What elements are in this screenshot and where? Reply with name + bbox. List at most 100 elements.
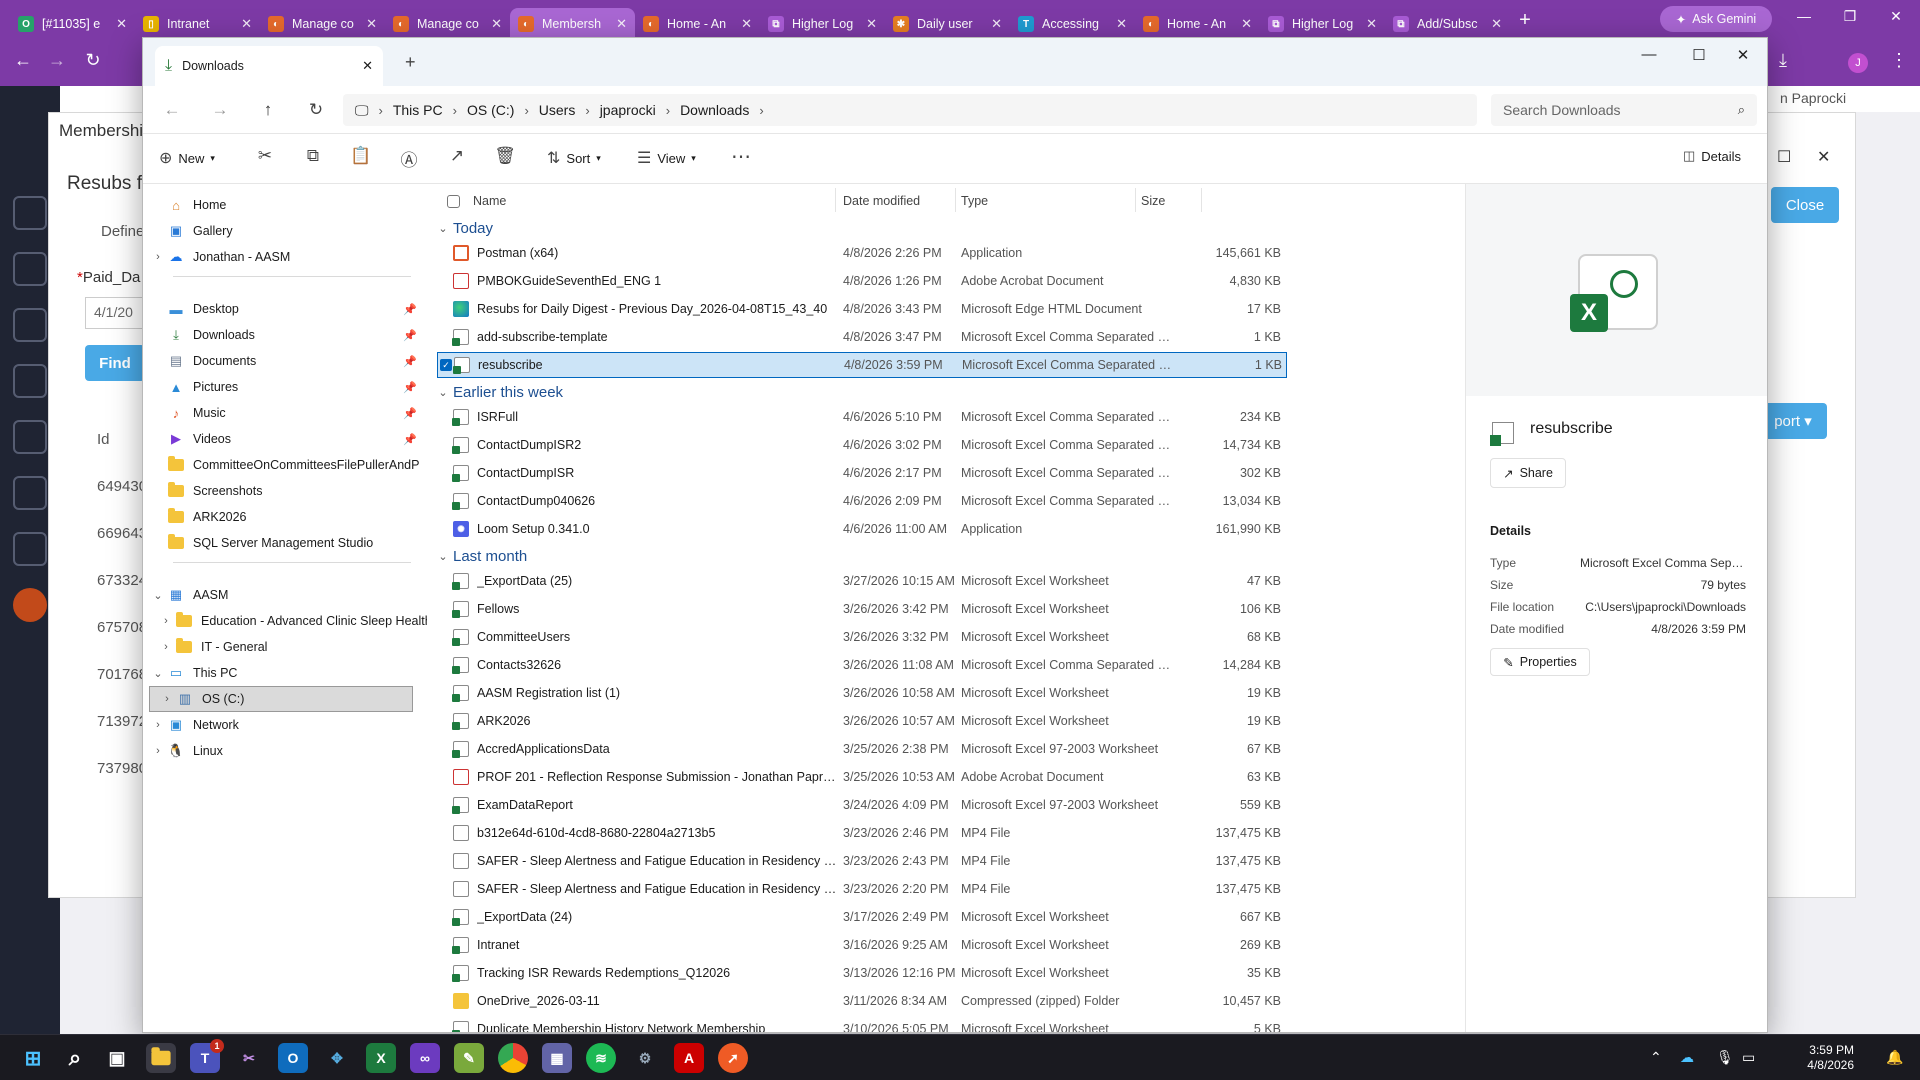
rail-icon-5[interactable] bbox=[13, 420, 47, 454]
expand-chevron-icon[interactable]: › bbox=[157, 641, 175, 653]
pin-icon[interactable]: 📌 bbox=[403, 355, 417, 368]
browser-tab[interactable]: ◐ Home - An ✕ bbox=[635, 8, 760, 40]
browser-tab[interactable]: O [#11035] e ✕ bbox=[10, 8, 135, 40]
web-table-row[interactable]: 675708 bbox=[97, 619, 147, 636]
cut-icon[interactable]: ✂ bbox=[253, 146, 277, 166]
notepad-icon[interactable]: ✎ bbox=[454, 1043, 484, 1073]
pin-icon[interactable]: 📌 bbox=[403, 329, 417, 342]
notification-icon[interactable]: 🔔 bbox=[1886, 1049, 1903, 1066]
browser-tab[interactable]: ◐ Manage co ✕ bbox=[260, 8, 385, 40]
rail-icon-3[interactable] bbox=[13, 308, 47, 342]
search-icon[interactable]: ⌕ bbox=[60, 1043, 90, 1073]
settings-icon[interactable]: ⚙ bbox=[630, 1043, 660, 1073]
browser-minimize-button[interactable]: — bbox=[1784, 8, 1824, 24]
address-bar[interactable]: 🖵 › This PC › OS (C:) › Users › jpaprocki › Down… bbox=[343, 94, 1477, 126]
file-row[interactable]: a ContactDump040626 4/6/2026 2:09 PM Micros… bbox=[437, 488, 1287, 514]
file-row[interactable]: ▤ PROF 201 - Reflection Response Submissi… bbox=[437, 764, 1287, 790]
find-button[interactable]: Find bbox=[85, 345, 145, 381]
collapse-chevron-icon[interactable]: ⌄ bbox=[149, 589, 167, 602]
properties-button[interactable]: ✎ Properties bbox=[1490, 648, 1590, 676]
close-tab-icon[interactable]: ✕ bbox=[1241, 16, 1252, 32]
browser-tab[interactable]: ⧉ Higher Log ✕ bbox=[1260, 8, 1385, 40]
rail-icon-1[interactable] bbox=[13, 196, 47, 230]
new-tab-button[interactable]: + bbox=[1510, 9, 1540, 32]
nav-it-general[interactable]: › IT - General bbox=[157, 634, 427, 660]
breadcrumb-item[interactable]: Users bbox=[529, 102, 586, 118]
nav-videos[interactable]: ▶ Videos 📌 bbox=[149, 426, 419, 452]
share-button[interactable]: ↗ Share bbox=[1490, 458, 1566, 488]
nav-folder-committee[interactable]: CommitteeOnCommitteesFilePullerAndPu bbox=[149, 452, 419, 478]
breadcrumb-item[interactable]: OS (C:) bbox=[457, 102, 524, 118]
file-row[interactable]: ▶ SAFER - Sleep Alertness and Fatigue Edu… bbox=[437, 848, 1287, 874]
select-all-checkbox[interactable] bbox=[447, 195, 460, 208]
expand-chevron-icon[interactable]: › bbox=[149, 719, 167, 731]
group-header-month[interactable]: ⌄ Last month bbox=[433, 544, 527, 568]
ask-gemini-button[interactable]: ✦ Ask Gemini bbox=[1660, 6, 1772, 32]
file-row[interactable]: ▶ SAFER - Sleep Alertness and Fatigue Edu… bbox=[437, 876, 1287, 902]
close-tab-icon[interactable]: ✕ bbox=[991, 16, 1002, 32]
breadcrumb-item[interactable]: jpaprocki bbox=[590, 102, 666, 118]
up-icon[interactable]: ↑ bbox=[257, 100, 279, 120]
collapse-chevron-icon[interactable]: ⌄ bbox=[433, 386, 453, 399]
define-tab[interactable]: Define bbox=[101, 223, 144, 240]
snipping-tool-icon[interactable]: ✂ bbox=[234, 1043, 264, 1073]
export-button[interactable]: port ▾ bbox=[1759, 403, 1827, 439]
close-tab-icon[interactable]: ✕ bbox=[866, 16, 877, 32]
sort-button[interactable]: ⇅ Sort ▾ bbox=[547, 148, 601, 168]
browser-tab[interactable]: ▯ Intranet ✕ bbox=[135, 8, 260, 40]
web-table-row[interactable]: 701768 bbox=[97, 666, 147, 683]
back-icon[interactable]: ← bbox=[8, 50, 38, 71]
close-tab-icon[interactable]: ✕ bbox=[362, 58, 373, 74]
column-name[interactable]: Name bbox=[473, 194, 506, 208]
collapse-chevron-icon[interactable]: ⌄ bbox=[149, 667, 167, 680]
paste-icon[interactable]: 📋 bbox=[349, 146, 373, 166]
browser-tab[interactable]: ◐ Home - An ✕ bbox=[1135, 8, 1260, 40]
file-row[interactable]: a AASM Registration list (1) 3/26/2026 10:… bbox=[437, 680, 1287, 706]
browser-tab[interactable]: ◐ Membersh ✕ bbox=[510, 8, 635, 40]
explorer-minimize-button[interactable]: — bbox=[1629, 46, 1669, 63]
column-type[interactable]: Type bbox=[961, 194, 988, 208]
file-row[interactable]: a AccredApplicationsData 3/25/2026 2:38 PM… bbox=[437, 736, 1287, 762]
nav-documents[interactable]: ▤ Documents 📌 bbox=[149, 348, 419, 374]
pin-icon[interactable]: 📌 bbox=[403, 407, 417, 420]
file-row[interactable]: a Tracking ISR Rewards Redemptions_Q12026… bbox=[437, 960, 1287, 986]
panel-maximize-icon[interactable]: ☐ bbox=[1777, 147, 1791, 167]
copy-icon[interactable]: ⧉ bbox=[301, 146, 325, 166]
pin-icon[interactable]: 📌 bbox=[403, 303, 417, 316]
file-row[interactable]: a add-subscribe-template 4/8/2026 3:47 PM M… bbox=[437, 324, 1287, 350]
close-tab-icon[interactable]: ✕ bbox=[366, 16, 377, 32]
new-tab-icon[interactable]: + bbox=[405, 52, 416, 73]
file-row[interactable]: a _ExportData (24) 3/17/2026 2:49 PM Micros… bbox=[437, 904, 1287, 930]
expand-chevron-icon[interactable]: › bbox=[158, 693, 176, 705]
calendar-icon[interactable] bbox=[13, 364, 47, 398]
delete-icon[interactable]: 🗑 bbox=[493, 146, 517, 166]
file-row[interactable]: a CommitteeUsers 3/26/2026 3:32 PM Microsof… bbox=[437, 624, 1287, 650]
file-explorer-icon[interactable] bbox=[146, 1043, 176, 1073]
explorer-tab-downloads[interactable]: ⤓ Downloads ✕ bbox=[155, 46, 383, 86]
details-toggle-button[interactable]: ◫ Details bbox=[1683, 148, 1741, 164]
breadcrumb-separator-icon[interactable]: › bbox=[759, 103, 763, 118]
close-tab-icon[interactable]: ✕ bbox=[1116, 16, 1127, 32]
column-size[interactable]: Size bbox=[1141, 194, 1165, 208]
web-table-row[interactable]: 649430 bbox=[97, 478, 147, 495]
chrome-icon[interactable] bbox=[498, 1043, 528, 1073]
explorer-close-button[interactable]: ✕ bbox=[1723, 46, 1763, 64]
group-header-week[interactable]: ⌄ Earlier this week bbox=[433, 380, 563, 404]
column-date-modified[interactable]: Date modified bbox=[843, 194, 920, 208]
excel-icon[interactable]: X bbox=[366, 1043, 396, 1073]
rail-icon-6[interactable] bbox=[13, 476, 47, 510]
nav-aasm[interactable]: ⌄ ▦ AASM bbox=[149, 582, 419, 608]
browser-tab[interactable]: T Accessing ✕ bbox=[1010, 8, 1135, 40]
reload-icon[interactable]: ↻ bbox=[78, 50, 108, 71]
back-icon[interactable]: ← bbox=[161, 100, 183, 120]
refresh-icon[interactable]: ↻ bbox=[305, 100, 327, 120]
browser-restore-button[interactable]: ❐ bbox=[1830, 8, 1870, 25]
search-input[interactable]: Search Downloads ⌕ bbox=[1491, 94, 1757, 126]
onedrive-icon[interactable]: ☁ bbox=[1680, 1049, 1694, 1066]
nav-linux[interactable]: › 🐧 Linux bbox=[149, 738, 419, 764]
file-row[interactable]: OneDrive_2026-03-11 3/11/2026 8:34 AM Comp… bbox=[437, 988, 1287, 1014]
spotify-icon[interactable]: ≋ bbox=[586, 1043, 616, 1073]
web-table-row[interactable]: 713972 bbox=[97, 713, 147, 730]
nav-this-pc[interactable]: ⌄ ▭ This PC bbox=[149, 660, 419, 686]
menu-icon[interactable]: ⋮ bbox=[1884, 50, 1914, 71]
